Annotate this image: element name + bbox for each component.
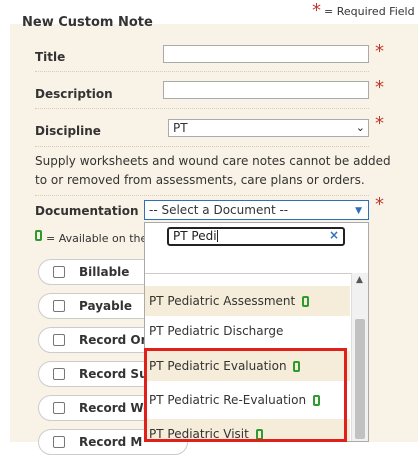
record-wounds-checkbox[interactable]	[53, 402, 65, 414]
checkbox-label: Record Wo	[79, 401, 152, 415]
chevron-down-icon: ▼	[355, 206, 362, 216]
title-required-icon: *	[375, 41, 384, 62]
checkbox-label: Record M	[79, 435, 143, 449]
title-label: Title	[35, 50, 66, 64]
page-title: New Custom Note	[22, 15, 153, 30]
divider	[35, 108, 369, 109]
record-orders-checkbox[interactable]	[53, 334, 65, 346]
documentation-label: Documentation	[35, 204, 139, 218]
description-required-icon: *	[375, 77, 384, 98]
required-star-icon: *	[312, 0, 321, 21]
option-label: PT Pediatric Assessment	[149, 294, 296, 308]
documentation-required-icon: *	[375, 194, 384, 215]
search-value: PT Pedi	[173, 229, 217, 243]
note-line-2: to or removed from assessments, care pla…	[35, 173, 365, 187]
title-input[interactable]	[163, 45, 369, 63]
discipline-label: Discipline	[35, 124, 101, 138]
option-pt-pediatric-assessment[interactable]: PT Pediatric Assessment	[145, 286, 350, 316]
option-label: PT Pediatric Discharge	[149, 324, 284, 338]
checkbox-label: Billable	[79, 265, 130, 279]
checkbox-label: Payable	[79, 299, 132, 313]
option-pt-pediatric-discharge[interactable]: PT Pediatric Discharge	[145, 316, 350, 346]
payable-checkbox[interactable]	[53, 300, 65, 312]
discipline-select[interactable]: PT ⌄	[168, 119, 369, 137]
highlight-callout-box	[144, 348, 347, 442]
record-supplies-checkbox[interactable]	[53, 368, 65, 380]
divider	[35, 146, 369, 147]
mobile-legend: = Available on the	[46, 232, 148, 245]
divider	[145, 273, 351, 274]
divider	[35, 195, 369, 196]
description-label: Description	[35, 87, 113, 101]
clear-icon[interactable]: ×	[329, 228, 339, 243]
mobile-device-icon	[35, 230, 42, 241]
divider	[35, 71, 369, 72]
documentation-select[interactable]: -- Select a Document -- ▼	[144, 200, 369, 220]
record-m-checkbox[interactable]	[53, 436, 65, 448]
document-search-input[interactable]: PT Pedi ×	[167, 227, 345, 246]
required-field-legend: = Required Field	[324, 5, 415, 18]
description-input[interactable]	[163, 81, 369, 99]
mobile-device-icon	[302, 296, 310, 307]
scrollbar-thumb[interactable]	[355, 319, 365, 439]
text-cursor	[216, 230, 218, 242]
documentation-value: -- Select a Document --	[149, 203, 289, 217]
scroll-up-arrow-icon[interactable]: ▲	[356, 275, 363, 285]
discipline-required-icon: *	[375, 113, 384, 134]
billable-checkbox[interactable]	[53, 266, 65, 278]
discipline-value: PT	[173, 121, 188, 135]
supply-worksheet-note: Supply worksheets and wound care notes c…	[35, 152, 391, 190]
note-line-1: Supply worksheets and wound care notes c…	[35, 154, 391, 168]
chevron-down-icon: ⌄	[355, 121, 365, 134]
dropdown-scrollbar[interactable]: ▲	[351, 273, 368, 441]
